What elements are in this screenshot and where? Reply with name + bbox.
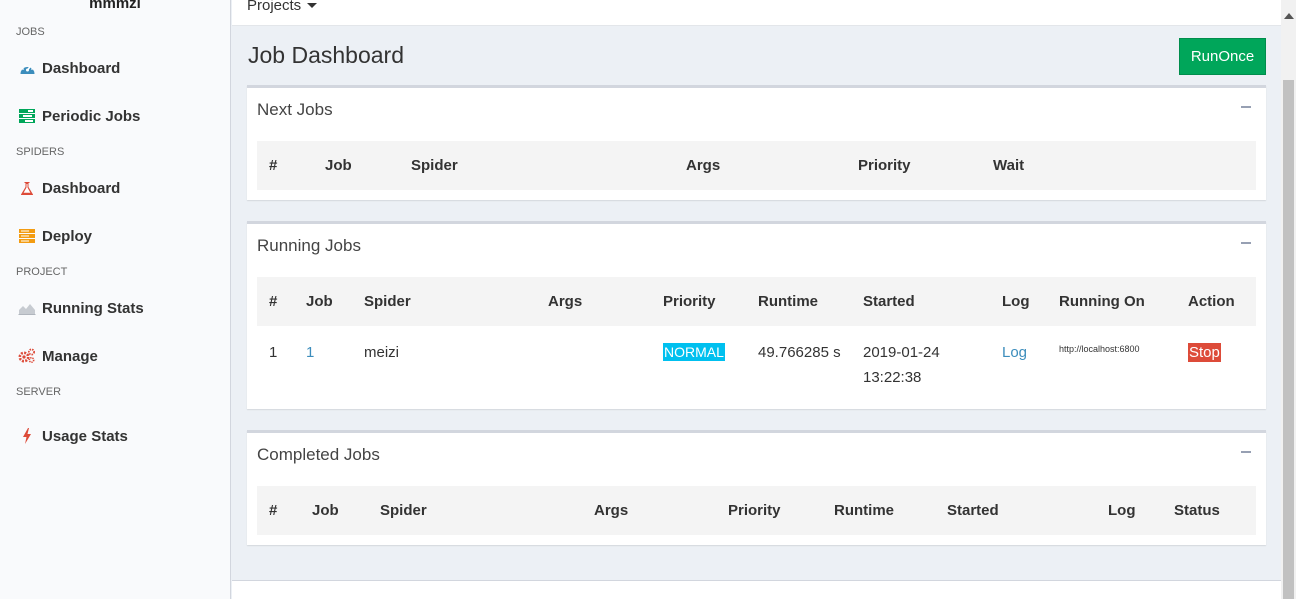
sidebar-header-project: PROJECT (16, 266, 68, 278)
cogs-icon (18, 347, 36, 365)
column-header: # (269, 293, 278, 310)
sidebar-item-label: Running Stats (42, 299, 144, 317)
running-jobs-table-header: # Job Spider Args Priority Runtime Start… (257, 277, 1256, 326)
row-number: 1 (269, 344, 278, 361)
flask-icon (18, 179, 36, 197)
sidebar-item-running-stats[interactable]: Running Stats (0, 284, 230, 332)
running-jobs-box: Running Jobs # Job Spider Args Priority … (247, 221, 1266, 409)
runtime-value: 49.766285 s (758, 344, 841, 361)
column-header: Spider (380, 502, 427, 519)
running-on-node: http://localhost:6800 (1059, 344, 1140, 354)
sidebar-item-jobs-dashboard[interactable]: Dashboard (0, 44, 230, 92)
sidebar-item-label: Usage Stats (42, 427, 128, 445)
sidebar-item-label: Dashboard (42, 179, 121, 197)
collapse-minus-icon[interactable] (1241, 242, 1251, 244)
runonce-button[interactable]: RunOnce (1179, 38, 1266, 75)
sidebar-item-deploy[interactable]: Deploy (0, 212, 230, 260)
column-header: Args (686, 157, 721, 174)
column-header: Job (312, 502, 339, 519)
column-header: Spider (364, 293, 411, 310)
bolt-icon (18, 427, 36, 445)
projects-label: Projects (247, 0, 302, 14)
sidebar-header-server: SERVER (16, 386, 62, 398)
sidebar-item-label: Dashboard (42, 59, 121, 77)
job-id-link[interactable]: 1 (306, 341, 314, 365)
column-header: Spider (411, 157, 458, 174)
column-header: Wait (993, 157, 1025, 174)
priority-cell: NORMAL (663, 341, 725, 365)
running-jobs-title: Running Jobs (257, 236, 361, 255)
completed-jobs-title: Completed Jobs (257, 445, 380, 464)
column-header: Args (548, 293, 583, 310)
column-header: Log (1108, 502, 1136, 519)
sidebar-item-label: Manage (42, 347, 98, 365)
sidebar: mmmzi JOBS Dashboard Periodic Jobs SPIDE… (0, 0, 231, 599)
column-header: Job (325, 157, 352, 174)
page-title: Job Dashboard (248, 42, 404, 68)
column-header: # (269, 502, 278, 519)
brand-name: mmmzi (89, 0, 141, 12)
column-header: Job (306, 293, 333, 310)
sidebar-item-periodic-jobs[interactable]: Periodic Jobs (0, 92, 230, 140)
column-header: Priority (858, 157, 911, 174)
action-cell: Stop (1188, 341, 1221, 365)
sidebar-header-spiders: SPIDERS (16, 146, 65, 158)
column-header: Runtime (758, 293, 818, 310)
log-link[interactable]: Log (1002, 341, 1027, 365)
collapse-minus-icon[interactable] (1241, 451, 1251, 453)
scrollbar-thumb[interactable] (1283, 80, 1294, 599)
started-time: 13:22:38 (863, 369, 922, 386)
column-header: Started (947, 502, 999, 519)
next-jobs-table-header: # Job Spider Args Priority Wait (257, 141, 1256, 190)
tasks-icon (18, 107, 36, 125)
area-chart-icon (18, 299, 36, 317)
top-navbar: Projects (232, 0, 1281, 26)
completed-jobs-table-header: # Job Spider Args Priority Runtime Start… (257, 486, 1256, 535)
column-header: Started (863, 293, 915, 310)
column-header: Runtime (834, 502, 894, 519)
dashboard-icon (18, 59, 36, 77)
next-jobs-title: Next Jobs (257, 100, 333, 119)
projects-dropdown[interactable]: Projects (247, 0, 318, 14)
column-header: Priority (728, 502, 781, 519)
server-icon (18, 227, 36, 245)
sidebar-item-spiders-dashboard[interactable]: Dashboard (0, 164, 230, 212)
stop-button[interactable]: Stop (1188, 343, 1221, 362)
started-date: 2019-01-24 (863, 344, 940, 361)
column-header: Running On (1059, 293, 1145, 310)
column-header: Priority (663, 293, 716, 310)
scroll-up-arrow-icon[interactable] (1281, 8, 1296, 23)
priority-badge: NORMAL (663, 343, 725, 361)
page-footer (232, 580, 1281, 599)
caret-down-icon (307, 3, 318, 8)
column-header: Log (1002, 293, 1030, 310)
spider-name: meizi (364, 344, 400, 361)
next-jobs-box: Next Jobs # Job Spider Args Priority Wai… (247, 85, 1266, 200)
sidebar-item-usage-stats[interactable]: Usage Stats (0, 412, 230, 460)
completed-jobs-box: Completed Jobs # Job Spider Args Priorit… (247, 430, 1266, 545)
column-header: # (269, 157, 278, 174)
sidebar-item-label: Periodic Jobs (42, 107, 141, 125)
sidebar-item-label: Deploy (42, 227, 93, 245)
column-header: Status (1174, 502, 1220, 519)
column-header: Action (1188, 293, 1235, 310)
column-header: Args (594, 502, 629, 519)
sidebar-header-jobs: JOBS (16, 26, 45, 38)
collapse-minus-icon[interactable] (1241, 106, 1251, 108)
sidebar-item-manage[interactable]: Manage (0, 332, 230, 380)
